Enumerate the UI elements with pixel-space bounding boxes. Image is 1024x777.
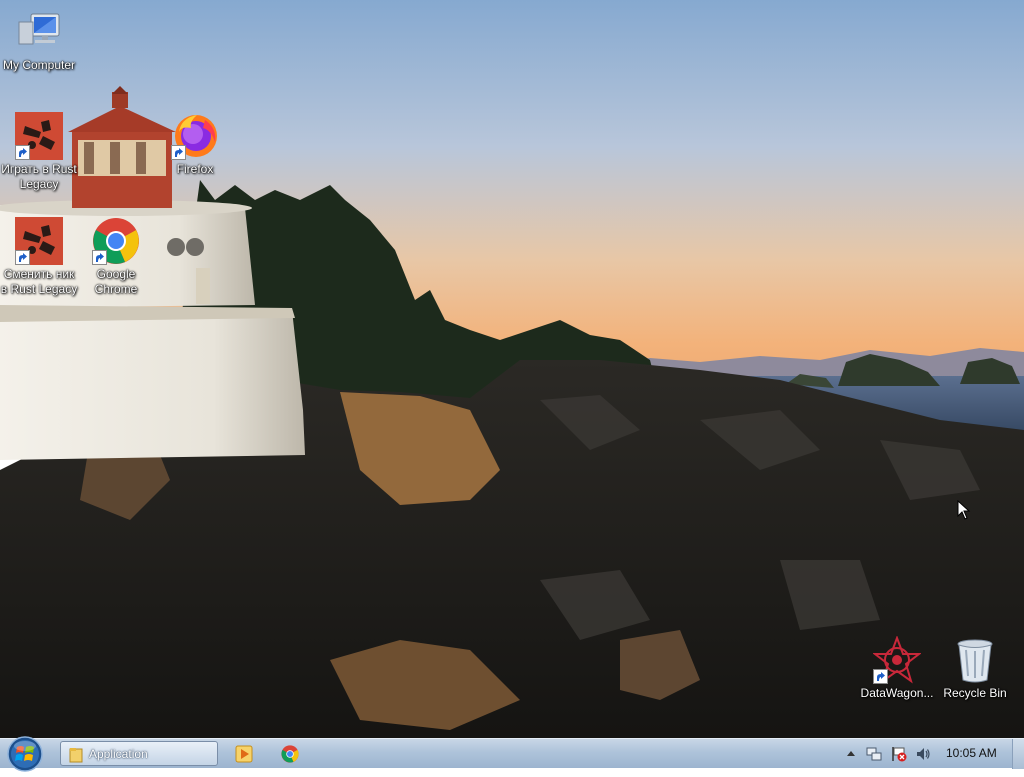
shortcut-arrow-icon — [873, 669, 888, 684]
rust-game-icon — [15, 112, 63, 160]
media-player-icon[interactable] — [233, 743, 255, 765]
desktop-icon-my-computer[interactable]: My Computer — [0, 8, 78, 73]
chrome-icon — [92, 217, 140, 265]
desktop-icon-datawagon[interactable]: DataWagon... — [858, 635, 936, 701]
datawagon-icon — [872, 635, 922, 684]
desktop-icon-recycle-bin[interactable]: Recycle Bin — [936, 636, 1014, 701]
shortcut-arrow-icon — [171, 145, 186, 160]
show-hidden-icons-arrow[interactable] — [846, 746, 856, 765]
system-clock[interactable]: 10:05 AM — [946, 746, 997, 760]
taskbar-app-button[interactable]: Application — [60, 741, 218, 766]
folder-icon — [69, 747, 83, 768]
desktop-icon-label: Сменить ник в Rust Legacy — [0, 267, 78, 296]
desktop-icon-label: Играть в Rust Legacy — [1, 162, 77, 191]
network-icon[interactable] — [866, 746, 882, 767]
rust-game-icon — [15, 217, 63, 265]
desktop-icon-change-nick-rust-legacy[interactable]: Сменить ник в Rust Legacy — [0, 217, 78, 297]
shortcut-arrow-icon — [92, 250, 107, 265]
taskbar: Application 10:05 AM — [0, 736, 1024, 772]
action-center-flag-icon[interactable] — [891, 746, 907, 767]
desktop-icon-play-rust-legacy[interactable]: Играть в Rust Legacy — [0, 112, 78, 192]
recycle-bin-icon — [951, 636, 999, 684]
windows-start-orb-icon[interactable] — [6, 736, 44, 772]
chrome-icon[interactable] — [279, 743, 301, 765]
taskbar-app-label: Application — [89, 747, 148, 761]
desktop-icon-label: Recycle Bin — [943, 686, 1007, 700]
shortcut-arrow-icon — [15, 145, 30, 160]
desktop-icon-label: My Computer — [2, 58, 76, 72]
desktop-icon-label: Firefox — [176, 162, 214, 176]
firefox-icon — [171, 112, 219, 160]
volume-icon[interactable] — [915, 746, 931, 767]
desktop-icon-firefox[interactable]: Firefox — [156, 112, 234, 177]
desktop-wallpaper — [0, 0, 1024, 738]
desktop-icon-label: Google Chrome — [94, 267, 138, 296]
shortcut-arrow-icon — [15, 250, 30, 265]
show-desktop-button[interactable] — [1012, 739, 1024, 769]
desktop-icon-google-chrome[interactable]: Google Chrome — [77, 217, 155, 297]
desktop-icon-label: DataWagon... — [860, 686, 934, 700]
computer-icon — [15, 8, 63, 56]
mouse-cursor-icon — [957, 499, 971, 525]
